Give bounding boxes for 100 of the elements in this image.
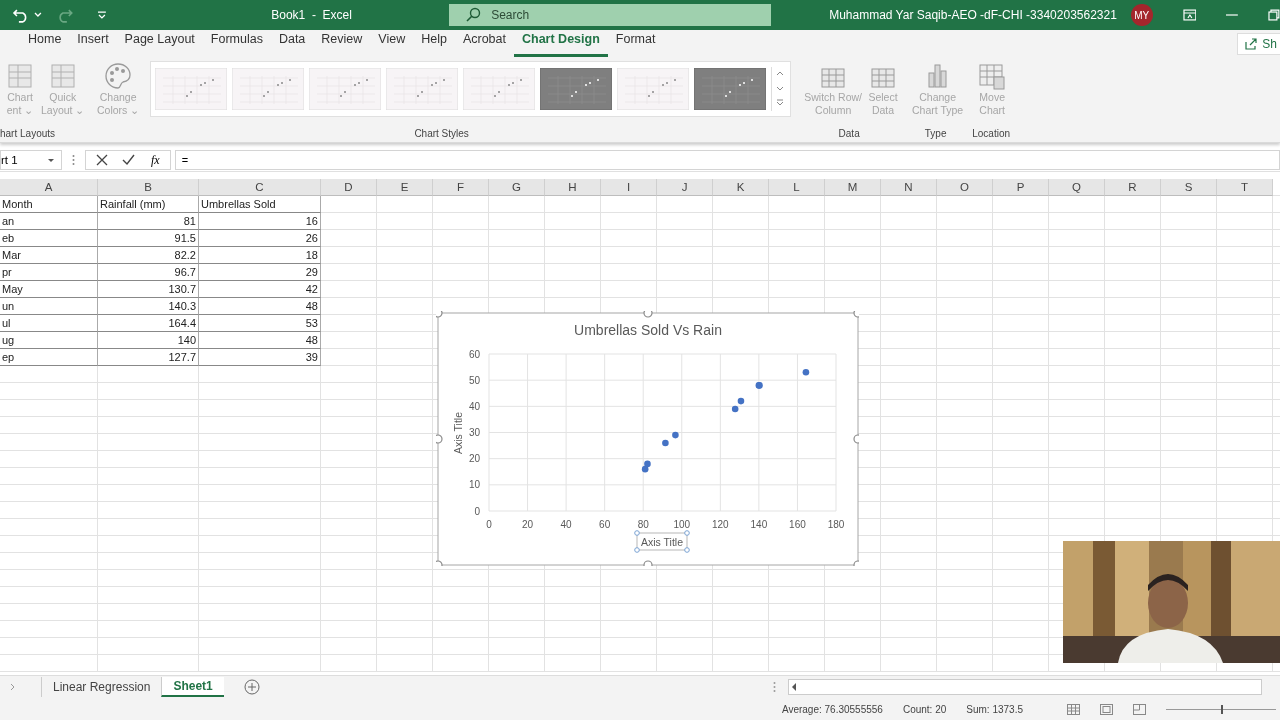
ribbon-tab[interactable]: Format (607, 30, 664, 57)
column-header[interactable]: S (1161, 179, 1217, 196)
user-avatar[interactable]: MY (1130, 4, 1153, 26)
insert-function-button[interactable]: fx (149, 152, 162, 168)
data-point (802, 369, 810, 376)
ribbon-tab[interactable]: Home (20, 30, 70, 57)
ribbon-tab[interactable]: Review (313, 30, 371, 57)
axis-tick-label: 20 (522, 519, 534, 530)
horizontal-scrollbar[interactable] (788, 679, 1262, 695)
drag-handle-icon[interactable] (773, 681, 776, 693)
restore-icon[interactable] (1268, 9, 1280, 21)
column-header[interactable]: K (713, 179, 769, 196)
table-cell: eb (0, 230, 98, 247)
sheet-nav-icon[interactable] (10, 683, 15, 691)
axis-tick-label: 180 (827, 519, 845, 530)
ribbon-tab[interactable]: Formulas (202, 30, 271, 57)
chart-style-thumbnail[interactable] (694, 68, 767, 110)
column-header[interactable]: Q (1049, 179, 1105, 196)
selection-handle[interactable] (634, 530, 640, 536)
page-layout-icon[interactable] (1100, 703, 1113, 715)
ribbon-tab[interactable]: Data (270, 30, 314, 57)
selection-handle[interactable] (634, 547, 640, 553)
ribbon-display-icon[interactable] (1182, 9, 1197, 21)
column-header[interactable]: R (1105, 179, 1161, 196)
axis-tick-label: 80 (637, 519, 649, 530)
checkmark-icon[interactable] (122, 154, 135, 166)
share-icon (1244, 37, 1259, 51)
axis-title[interactable]: Axis Title (452, 412, 464, 454)
column-header[interactable]: C (199, 179, 321, 196)
search-field[interactable]: Search (449, 4, 772, 26)
ribbon-tab[interactable]: Insert (69, 30, 117, 57)
zoom-slider[interactable] (1166, 703, 1276, 715)
selection-handle[interactable] (684, 547, 690, 553)
status-text: Average: 76.30555556 (781, 703, 883, 715)
column-header[interactable]: N (881, 179, 937, 196)
selection-handle[interactable] (684, 530, 690, 536)
table-cell: 18 (199, 247, 321, 264)
ribbon-tab[interactable]: Page Layout (116, 30, 203, 57)
column-header[interactable]: B (98, 179, 199, 196)
table-cell: 53 (199, 315, 321, 332)
resize-handle[interactable] (436, 434, 443, 444)
caret-icon[interactable] (47, 157, 55, 163)
table-cell: an (0, 213, 98, 230)
caret-icon[interactable] (33, 12, 42, 18)
column-header[interactable]: P (993, 179, 1049, 196)
column-header[interactable]: E (377, 179, 433, 196)
resize-handle[interactable] (436, 311, 443, 318)
ribbon-tab[interactable]: Help (413, 30, 455, 57)
column-header[interactable]: G (489, 179, 545, 196)
window-title: Book1 - Excel (271, 8, 353, 22)
column-header[interactable]: I (601, 179, 657, 196)
chart-frame[interactable] (437, 312, 859, 566)
share-button[interactable]: Sh (1237, 33, 1280, 55)
table-cell: May (0, 281, 98, 298)
palette-icon (103, 61, 134, 91)
resize-handle[interactable] (853, 434, 859, 444)
data-point (662, 439, 669, 447)
group-label: Location (972, 128, 1010, 141)
resize-handle[interactable] (643, 311, 653, 318)
axis-tick-label: 140 (750, 519, 768, 530)
column-header[interactable]: H (545, 179, 601, 196)
resize-handle[interactable] (643, 560, 653, 566)
minimize-icon[interactable] (1226, 14, 1239, 16)
table-cell: 81 (98, 213, 199, 230)
status-text: Count: 20 (902, 703, 947, 715)
table-cell: 140 (98, 332, 199, 349)
resize-handle[interactable] (853, 311, 859, 318)
table-cell: Rainfall (mm) (98, 196, 199, 213)
ribbon-tab[interactable]: Acrobat (454, 30, 514, 57)
axis-title[interactable]: Axis Title (636, 532, 688, 551)
cancel-icon[interactable] (96, 154, 108, 166)
axis-tick-label: 20 (468, 453, 480, 465)
axis-tick-label: 100 (673, 519, 691, 530)
customize-toolbar-icon[interactable] (97, 10, 108, 20)
ribbon-tab[interactable]: View (370, 30, 414, 57)
axis-tick-label: 60 (468, 348, 480, 360)
table-cell: 127.7 (98, 349, 199, 366)
column-header[interactable]: A (0, 179, 98, 196)
page-break-icon[interactable] (1133, 703, 1146, 715)
axis-tick-label: 40 (560, 519, 572, 530)
drag-handle-icon[interactable] (72, 154, 75, 166)
column-header[interactable]: L (769, 179, 825, 196)
table-cell: Umbrellas Sold (199, 196, 321, 213)
column-header[interactable]: O (937, 179, 993, 196)
column-header[interactable]: M (825, 179, 881, 196)
table-cell: 130.7 (98, 281, 199, 298)
table-cell: 140.3 (98, 298, 199, 315)
resize-handle[interactable] (436, 560, 443, 566)
normal-view-icon[interactable] (1067, 703, 1080, 715)
column-header[interactable]: J (657, 179, 713, 196)
chart-style-thumbnail[interactable] (540, 68, 613, 110)
add-sheet-icon[interactable] (243, 679, 260, 695)
table-cell: 29 (199, 264, 321, 281)
formula-input[interactable]: = (174, 150, 1280, 170)
sheet-tab[interactable]: Sheet1 (161, 677, 224, 697)
resize-handle[interactable] (853, 560, 859, 566)
name-box[interactable]: rt 1 (0, 150, 62, 170)
column-header[interactable]: D (321, 179, 377, 196)
column-header[interactable]: T (1217, 179, 1273, 196)
column-header[interactable]: F (433, 179, 489, 196)
